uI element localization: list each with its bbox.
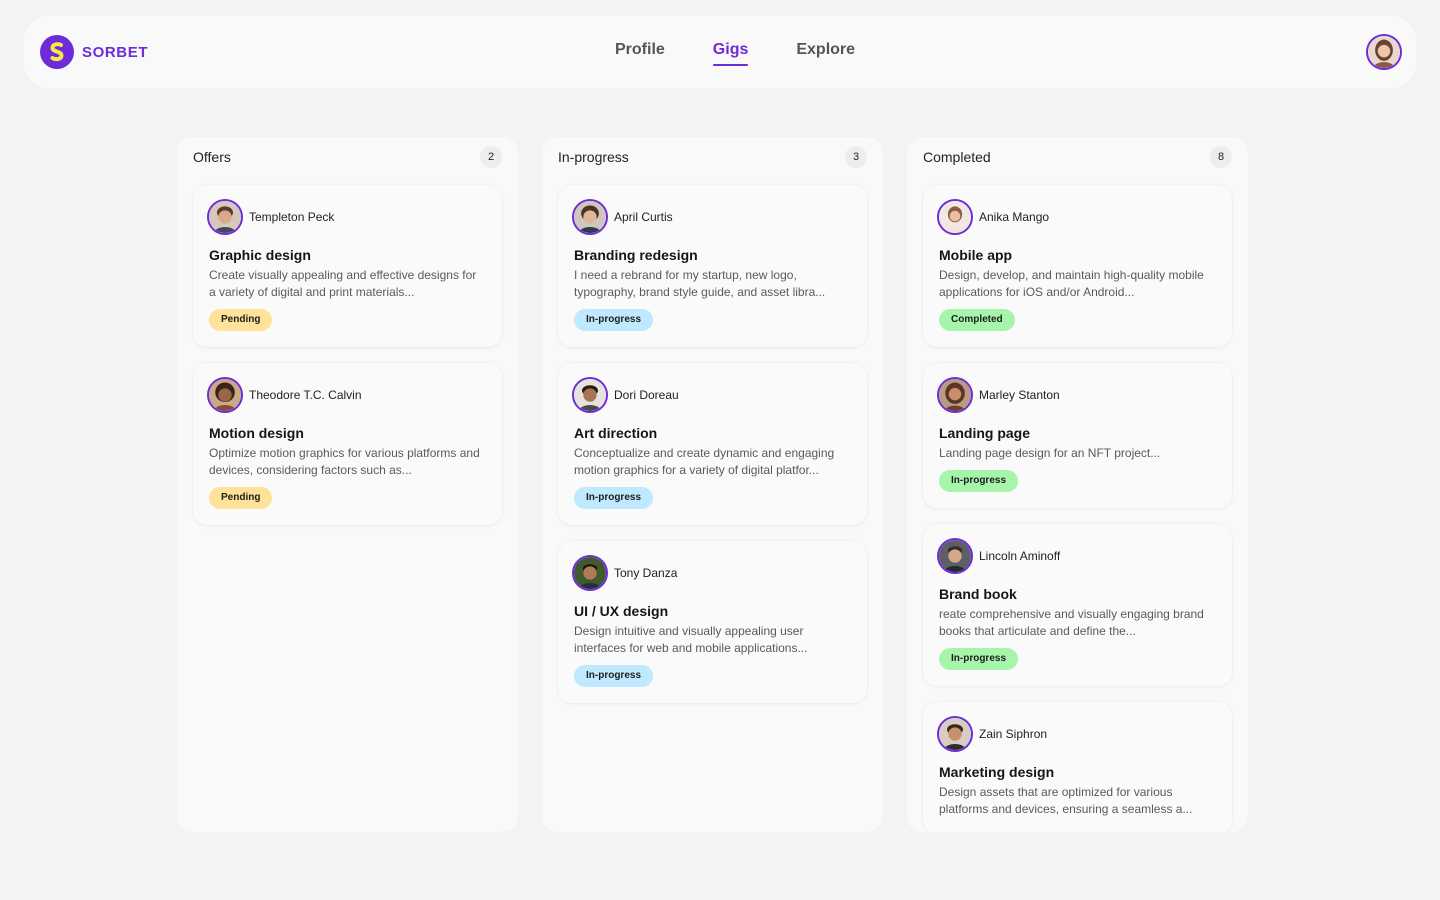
gig-card[interactable]: Dori Doreau Art direction Conceptualize … bbox=[558, 363, 867, 525]
user-name: Lincoln Aminoff bbox=[979, 549, 1061, 563]
card-list: Anika Mango Mobile app Design, develop, … bbox=[907, 177, 1248, 832]
card-list: April Curtis Branding redesign I need a … bbox=[542, 177, 883, 703]
status-badge: Pending bbox=[209, 487, 273, 509]
brand-name: SORBET bbox=[82, 43, 149, 61]
brand[interactable]: SORBET bbox=[40, 35, 148, 69]
column-header: In-progress 3 bbox=[542, 137, 883, 177]
status-badge: Pending bbox=[209, 309, 273, 331]
column-in-progress: In-progress 3 April Curtis Branding rede… bbox=[542, 137, 883, 832]
avatar bbox=[937, 199, 973, 235]
gig-description: Design, develop, and maintain high-quali… bbox=[939, 268, 1204, 299]
column-title: Offers bbox=[193, 149, 231, 165]
card-user: Lincoln Aminoff bbox=[937, 538, 1216, 574]
gig-title: UI / UX design bbox=[574, 603, 669, 619]
gig-title: Motion design bbox=[209, 425, 304, 441]
card-user: Marley Stanton bbox=[937, 377, 1216, 413]
card-user: Dori Doreau bbox=[572, 377, 851, 413]
column-completed: Completed 8 Anika Mango Mobile app Desig… bbox=[907, 137, 1248, 832]
status-badge: Completed bbox=[939, 309, 1015, 331]
main-nav: Profile Gigs Explore bbox=[615, 16, 903, 88]
status-badge: In-progress bbox=[574, 309, 654, 331]
gig-title: Branding redesign bbox=[574, 247, 698, 263]
gig-title: Art direction bbox=[574, 425, 658, 441]
column-count-badge: 3 bbox=[845, 146, 867, 168]
gig-description: Conceptualize and create dynamic and eng… bbox=[574, 446, 835, 477]
gig-description: I need a rebrand for my startup, new log… bbox=[574, 268, 826, 299]
nav-gigs[interactable]: Gigs bbox=[712, 16, 748, 88]
gig-card[interactable]: Zain Siphron Marketing design Design ass… bbox=[923, 702, 1232, 832]
column-count-badge: 8 bbox=[1210, 146, 1232, 168]
status-badge: In-progress bbox=[574, 665, 654, 687]
nav-explore[interactable]: Explore bbox=[796, 16, 855, 88]
gig-description: Design assets that are optimized for var… bbox=[939, 785, 1193, 816]
user-name: Marley Stanton bbox=[979, 388, 1060, 402]
avatar bbox=[572, 199, 608, 235]
status-badge: In-progress bbox=[574, 487, 654, 509]
avatar bbox=[572, 377, 608, 413]
user-name: Dori Doreau bbox=[614, 388, 679, 402]
user-name: Templeton Peck bbox=[249, 210, 335, 224]
avatar bbox=[207, 377, 243, 413]
gig-description: Optimize motion graphics for various pla… bbox=[209, 446, 480, 477]
gig-card[interactable]: Templeton Peck Graphic design Create vis… bbox=[193, 185, 502, 347]
gig-description: Design intuitive and visually appealing … bbox=[574, 624, 808, 655]
status-badge: In-progress bbox=[939, 470, 1019, 492]
column-title: In-progress bbox=[558, 149, 629, 165]
card-user: Tony Danza bbox=[572, 555, 851, 591]
column-header: Completed 8 bbox=[907, 137, 1248, 177]
avatar bbox=[937, 377, 973, 413]
column-offers: Offers 2 Templeton Peck Graphic design C… bbox=[177, 137, 518, 832]
card-user: Zain Siphron bbox=[937, 716, 1216, 752]
gig-card[interactable]: Marley Stanton Landing page Landing page… bbox=[923, 363, 1232, 508]
top-navigation-bar: SORBET Profile Gigs Explore bbox=[24, 16, 1416, 88]
avatar bbox=[937, 538, 973, 574]
card-user: Theodore T.C. Calvin bbox=[207, 377, 486, 413]
user-name: Zain Siphron bbox=[979, 727, 1048, 741]
gig-title: Brand book bbox=[939, 586, 1017, 602]
gig-card[interactable]: April Curtis Branding redesign I need a … bbox=[558, 185, 867, 347]
column-count-badge: 2 bbox=[480, 146, 502, 168]
user-name: Theodore T.C. Calvin bbox=[249, 388, 362, 402]
user-avatar[interactable] bbox=[1366, 34, 1402, 70]
avatar bbox=[572, 555, 608, 591]
user-name: Anika Mango bbox=[979, 210, 1050, 224]
gig-description: reate comprehensive and visually engagin… bbox=[939, 607, 1204, 638]
gig-title: Graphic design bbox=[209, 247, 311, 263]
column-header: Offers 2 bbox=[177, 137, 518, 177]
user-name: April Curtis bbox=[614, 210, 673, 224]
gig-card[interactable]: Anika Mango Mobile app Design, develop, … bbox=[923, 185, 1232, 347]
avatar bbox=[207, 199, 243, 235]
gig-card[interactable]: Lincoln Aminoff Brand book reate compreh… bbox=[923, 524, 1232, 686]
gig-card[interactable]: Tony Danza UI / UX design Design intuiti… bbox=[558, 541, 867, 703]
sorbet-logo-icon bbox=[40, 35, 74, 69]
status-badge: In-progress bbox=[939, 648, 1019, 670]
card-user: Templeton Peck bbox=[207, 199, 486, 235]
gig-description: Create visually appealing and effective … bbox=[209, 268, 477, 299]
nav-profile[interactable]: Profile bbox=[615, 16, 665, 88]
user-name: Tony Danza bbox=[614, 566, 678, 580]
gig-title: Landing page bbox=[939, 425, 1030, 441]
card-list: Templeton Peck Graphic design Create vis… bbox=[177, 177, 518, 525]
column-title: Completed bbox=[923, 149, 991, 165]
gig-title: Mobile app bbox=[939, 247, 1013, 263]
gig-title: Marketing design bbox=[939, 764, 1055, 780]
gig-description: Landing page design for an NFT project..… bbox=[939, 446, 1161, 460]
card-user: Anika Mango bbox=[937, 199, 1216, 235]
avatar bbox=[937, 716, 973, 752]
card-user: April Curtis bbox=[572, 199, 851, 235]
gig-card[interactable]: Theodore T.C. Calvin Motion design Optim… bbox=[193, 363, 502, 525]
